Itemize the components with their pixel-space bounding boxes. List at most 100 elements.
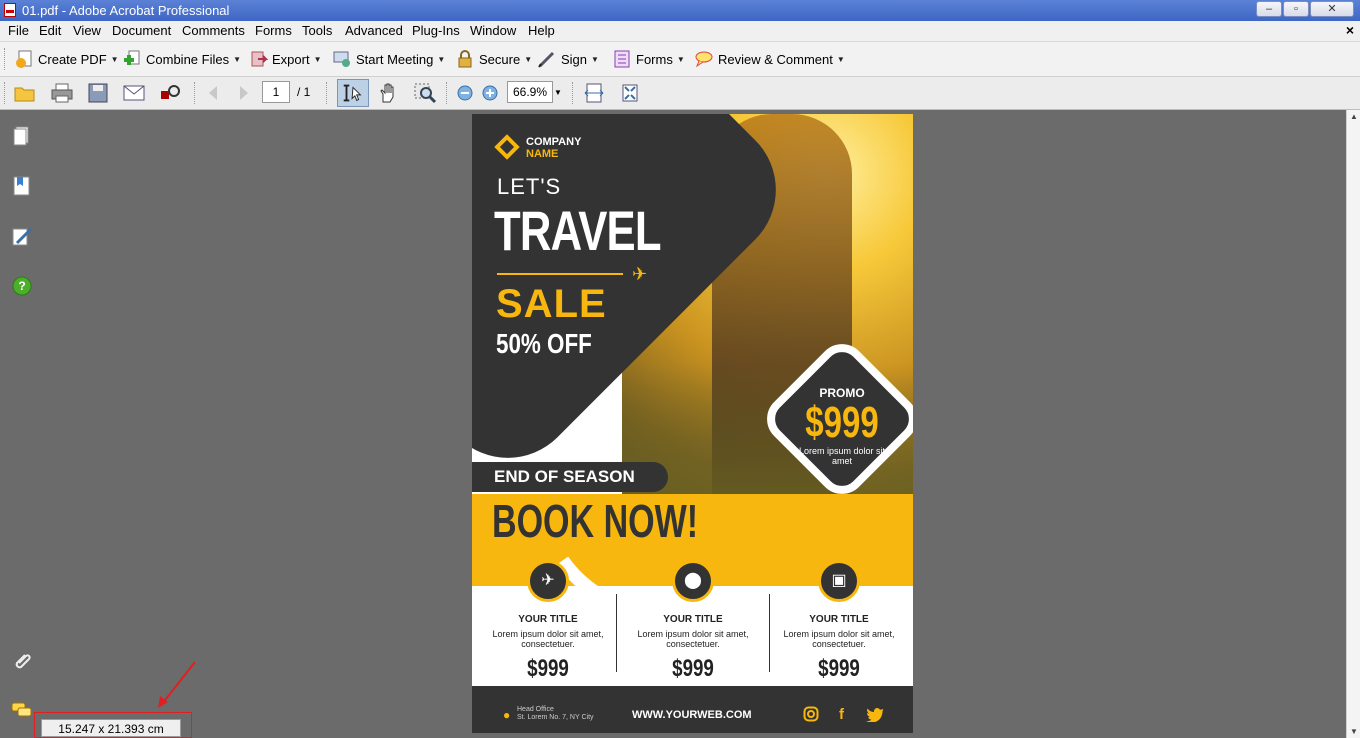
start-meeting-icon bbox=[333, 51, 350, 67]
menu-tools[interactable]: Tools bbox=[302, 23, 332, 38]
company-name: COMPANY NAME bbox=[526, 136, 582, 160]
feature-item: ▣ YOUR TITLE Lorem ipsum dolor sit amet,… bbox=[769, 560, 909, 683]
export-button[interactable]: Export ▼ bbox=[248, 48, 322, 70]
toolbar-grip bbox=[572, 82, 575, 104]
discount-text: 50% OFF bbox=[496, 328, 592, 359]
menu-view[interactable]: View bbox=[73, 23, 101, 38]
select-tool-icon[interactable] bbox=[337, 79, 369, 107]
combine-files-icon bbox=[124, 50, 140, 65]
instagram-icon bbox=[803, 706, 819, 722]
menu-bar: File Edit View Document Comments Forms T… bbox=[0, 21, 1360, 42]
plane-icon: ✈ bbox=[632, 264, 648, 284]
hand-tool-icon[interactable] bbox=[376, 82, 400, 104]
menu-window[interactable]: Window bbox=[470, 23, 516, 38]
export-icon bbox=[251, 51, 268, 67]
toolbar-grip bbox=[194, 82, 197, 104]
lets-text: LET'S bbox=[497, 174, 562, 199]
title-bar: 01.pdf - Adobe Acrobat Professional ‒ ▫ … bbox=[0, 0, 1360, 21]
create-pdf-icon bbox=[16, 50, 32, 68]
promo-content: PROMO $999 Lorem ipsum dolor sit amet bbox=[790, 386, 894, 466]
feature-item: ⬤ YOUR TITLE Lorem ipsum dolor sit amet,… bbox=[623, 560, 763, 683]
open-folder-icon[interactable] bbox=[13, 82, 37, 104]
zoom-level-input[interactable]: 66.9% bbox=[507, 81, 553, 103]
chevron-down-icon: ▼ bbox=[110, 54, 119, 64]
fit-page-icon[interactable] bbox=[618, 82, 642, 104]
feature-divider bbox=[616, 594, 617, 672]
sign-pen-icon bbox=[538, 51, 555, 68]
find-icon[interactable] bbox=[159, 82, 183, 104]
navigation-panel: ? bbox=[0, 110, 43, 738]
zoom-tool-icon[interactable] bbox=[413, 82, 437, 104]
toolbar-grip bbox=[446, 82, 449, 104]
twitter-icon bbox=[866, 707, 884, 722]
pages-icon[interactable] bbox=[11, 125, 33, 147]
zoom-out-icon[interactable] bbox=[453, 82, 477, 104]
menu-plug-ins[interactable]: Plug-Ins bbox=[412, 23, 460, 38]
email-icon[interactable] bbox=[122, 82, 146, 104]
chevron-down-icon: ▼ bbox=[524, 54, 533, 64]
comments-icon[interactable] bbox=[11, 700, 33, 722]
svg-text:?: ? bbox=[18, 279, 25, 293]
location-pin-icon: ⬤ bbox=[672, 560, 714, 602]
close-window-button[interactable]: ✕ bbox=[1310, 1, 1354, 17]
save-icon[interactable] bbox=[86, 82, 110, 104]
promo-description: Lorem ipsum dolor sit amet bbox=[798, 446, 886, 466]
chevron-down-icon: ▼ bbox=[591, 54, 599, 64]
annotation-arrow bbox=[158, 661, 196, 708]
menu-edit[interactable]: Edit bbox=[39, 23, 61, 38]
page-total: / 1 bbox=[297, 85, 311, 99]
toolbar-grip[interactable] bbox=[4, 48, 7, 70]
book-now-text: BOOK NOW! bbox=[492, 495, 699, 547]
travel-headline: TRAVEL bbox=[494, 199, 662, 262]
combine-files-button[interactable]: Combine Files ▼ bbox=[122, 48, 241, 70]
menu-advanced[interactable]: Advanced bbox=[345, 23, 403, 38]
task-toolbar: Create PDF ▼ Combine Files ▼ Export ▼ Start… bbox=[0, 42, 1360, 77]
promo-price: $999 bbox=[805, 398, 879, 447]
secure-button[interactable]: Secure ▼ bbox=[455, 48, 532, 70]
website-text: WWW.YOURWEB.COM bbox=[632, 709, 752, 721]
feature-item: ✈ YOUR TITLE Lorem ipsum dolor sit amet,… bbox=[478, 560, 618, 683]
poster-footer: ● Head Office St. Lorem No. 7, NY City W… bbox=[472, 686, 913, 733]
fit-width-icon[interactable] bbox=[582, 82, 606, 104]
chevron-down-icon[interactable]: ▼ bbox=[554, 88, 562, 97]
review-comment-button[interactable]: Review & Comment ▼ bbox=[694, 48, 845, 70]
zoom-in-icon[interactable] bbox=[478, 82, 502, 104]
location-pin-icon: ● bbox=[503, 708, 511, 722]
chevron-down-icon: ▼ bbox=[676, 54, 685, 64]
page-size-highlight: 15.247 x 21.393 cm bbox=[34, 712, 192, 738]
plane-icon: ✈ bbox=[527, 560, 569, 602]
pdf-page[interactable]: COMPANY NAME LET'S TRAVEL ✈ SALE 50% OFF… bbox=[472, 114, 913, 733]
secure-lock-icon bbox=[458, 50, 472, 68]
menu-help[interactable]: Help bbox=[528, 23, 555, 38]
menu-document[interactable]: Document bbox=[112, 23, 171, 38]
end-of-season-banner: END OF SEASON bbox=[472, 462, 668, 492]
restore-button[interactable]: ▫ bbox=[1283, 1, 1309, 17]
vertical-scrollbar[interactable]: ▲ ▼ bbox=[1346, 110, 1360, 738]
next-page-icon[interactable] bbox=[232, 82, 256, 104]
menu-forms[interactable]: Forms bbox=[255, 23, 292, 38]
minimize-button[interactable]: ‒ bbox=[1256, 1, 1282, 17]
scroll-up-icon[interactable]: ▲ bbox=[1350, 112, 1358, 121]
forms-button[interactable]: Forms ▼ bbox=[612, 48, 685, 70]
pdf-doc-icon bbox=[4, 3, 16, 17]
previous-page-icon[interactable] bbox=[201, 82, 225, 104]
menu-comments[interactable]: Comments bbox=[182, 23, 245, 38]
facebook-icon: f bbox=[839, 706, 844, 723]
print-icon[interactable] bbox=[50, 82, 74, 104]
start-meeting-button[interactable]: Start Meeting ▼ bbox=[332, 48, 445, 70]
close-document-button[interactable]: × bbox=[1346, 22, 1354, 38]
create-pdf-button[interactable]: Create PDF ▼ bbox=[14, 48, 119, 70]
signatures-icon[interactable] bbox=[11, 225, 33, 247]
toolbar-grip bbox=[326, 82, 329, 104]
scroll-down-icon[interactable]: ▼ bbox=[1350, 727, 1358, 736]
chevron-down-icon: ▼ bbox=[313, 54, 322, 64]
help-icon[interactable]: ? bbox=[11, 275, 33, 297]
attachments-icon[interactable] bbox=[11, 650, 33, 672]
bookmarks-icon[interactable] bbox=[11, 175, 33, 197]
toolbar-grip[interactable] bbox=[4, 82, 7, 104]
menu-file[interactable]: File bbox=[8, 23, 29, 38]
navigation-toolbar: 1 / 1 66.9% ▼ bbox=[0, 77, 1360, 110]
divider-line bbox=[497, 273, 623, 275]
sign-button[interactable]: Sign ▼ bbox=[537, 48, 599, 70]
page-number-input[interactable]: 1 bbox=[262, 81, 290, 103]
